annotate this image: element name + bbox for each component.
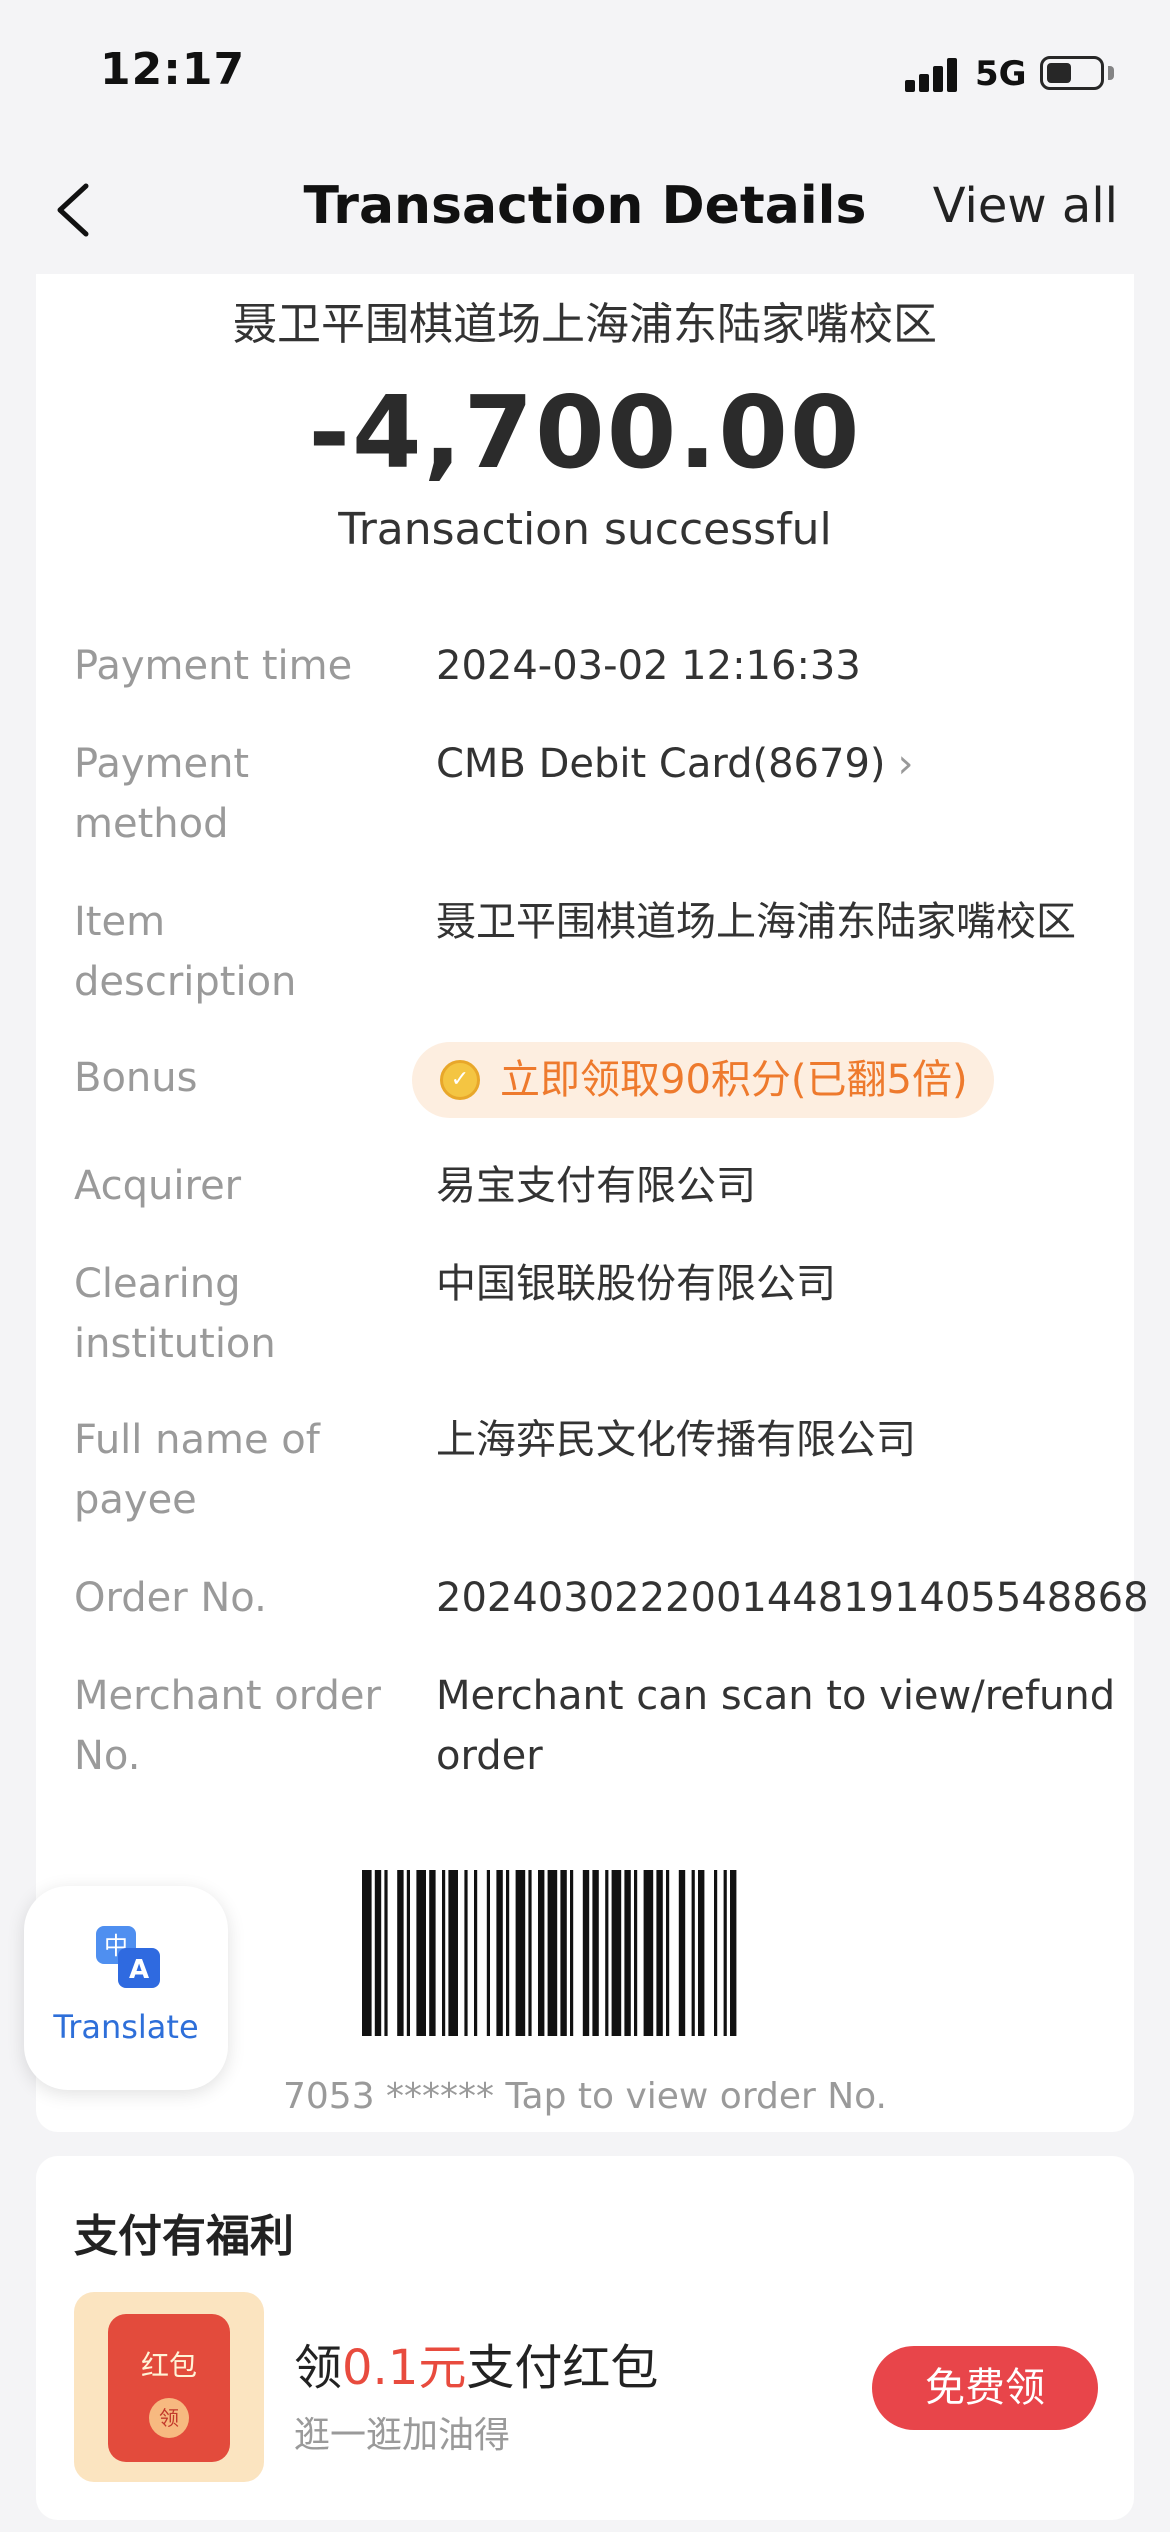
chevron-right-icon: › [897,741,914,787]
barcode-bar [374,1870,382,2036]
detail-value: 2024030222001448191405548868 [436,1575,1149,1621]
payment-method-link[interactable]: CMB Debit Card(8679) › [436,734,1126,794]
barcode-bar [486,1870,490,2036]
claim-free-button[interactable]: 免费领 [872,2346,1098,2430]
barcode-bar [474,1870,478,2036]
barcode-bar [416,1870,426,2036]
barcode-bar [714,1870,718,2036]
bonus-text: 立即领取90积分(已翻5倍) [500,1057,968,1103]
barcode-bar [515,1870,526,2036]
bonus-claim-button[interactable]: 立即领取90积分(已翻5倍) [412,1042,994,1118]
detail-label: Bonus [74,1055,198,1101]
barcode-bar [643,1870,654,2036]
detail-label: Item description [74,899,297,1005]
barcode-bar [397,1870,404,2036]
barcode-bar [406,1870,410,2036]
barcode-bar [429,1870,436,2036]
barcode-bar [442,1870,446,2036]
barcode-bar [624,1870,631,2036]
barcode-bar [570,1870,574,2036]
barcode-bar [634,1870,638,2036]
detail-value: 上海弈民文化传播有限公司 [436,1417,916,1463]
barcode-bar [547,1870,558,2036]
detail-value: 易宝支付有限公司 [436,1163,756,1209]
detail-label: Payment time [74,643,353,689]
view-all-link[interactable]: View all [933,178,1118,234]
coin-icon [440,1060,480,1100]
merchant-name: 聂卫平围棋道场上海浦东陆家嘴校区 [233,299,937,350]
offer-amount: 0.1元 [342,2340,467,2396]
barcode-bar [506,1870,510,2036]
detail-value: 聂卫平围棋道场上海浦东陆家嘴校区 [436,899,1076,945]
benefits-card: 支付有福利 红包 领 领0.1元支付红包 逛一逛加油得 免费领 [36,2156,1134,2520]
detail-value: CMB Debit Card(8679) [436,741,886,787]
detail-label: Clearing institution [74,1261,276,1367]
svg-text:A: A [129,1955,149,1985]
detail-value: 中国银联股份有限公司 [436,1261,836,1307]
offer-subtitle: 逛一逛加油得 [294,2415,511,2456]
offer-text: 领0.1元支付红包 [294,2328,658,2398]
status-bar: 12:17 5G [0,0,1170,140]
barcode-bar [582,1870,590,2036]
barcode-bar [656,1870,663,2036]
barcode-bar [698,1870,705,2036]
barcode-bar [448,1870,458,2036]
envelope-label: 红包 [140,2349,197,2382]
translate-icon: 中 A [96,1926,160,1988]
offer-prefix: 领 [294,2340,343,2396]
barcode-bar [605,1870,609,2036]
red-envelope-icon: 红包 领 [74,2292,264,2482]
detail-label: Acquirer [74,1163,242,1209]
detail-value: 2024-03-02 12:16:33 [436,643,861,689]
barcode-bar [362,1870,372,2036]
barcode-bar [528,1870,532,2036]
signal-icon [905,56,961,92]
benefits-title: 支付有福利 [74,2211,294,2262]
nav-bar: Transaction Details View all [0,150,1170,270]
translate-button[interactable]: 中 A Translate [24,1886,228,2090]
barcode-bar [496,1870,503,2036]
barcode-bar [538,1870,545,2036]
barcode-bar [384,1870,388,2036]
translate-label: Translate [53,2008,199,2046]
barcode-bar [730,1870,737,2036]
barcode-bar [560,1870,567,2036]
network-label: 5G [975,54,1027,94]
barcode-bar [678,1870,686,2036]
transaction-card: 聂卫平围棋道场上海浦东陆家嘴校区 -4,700.00 Transaction s… [36,274,1149,2132]
detail-label: Full name of payee [74,1417,320,1523]
offer-suffix: 支付红包 [466,2340,659,2396]
barcode-bar [666,1870,670,2036]
battery-icon [1040,56,1104,90]
transaction-status: Transaction successful [338,504,832,555]
barcode-bar [592,1870,599,2036]
back-chevron-icon[interactable] [50,178,110,242]
envelope-seal: 领 [149,2398,189,2438]
detail-value: Merchant can scan to view/refund order [436,1673,1116,1779]
barcode-bar [691,1870,695,2036]
transaction-amount: -4,700.00 [308,374,862,491]
detail-label: Merchant order No. [74,1673,381,1779]
barcode-bar [723,1870,727,2036]
detail-label: Payment method [74,741,250,847]
status-time: 12:17 [100,44,246,95]
barcode-bar [611,1870,622,2036]
order-barcode[interactable] [362,1870,808,2036]
detail-label: Order No. [74,1575,267,1621]
barcode-bar [464,1870,468,2036]
